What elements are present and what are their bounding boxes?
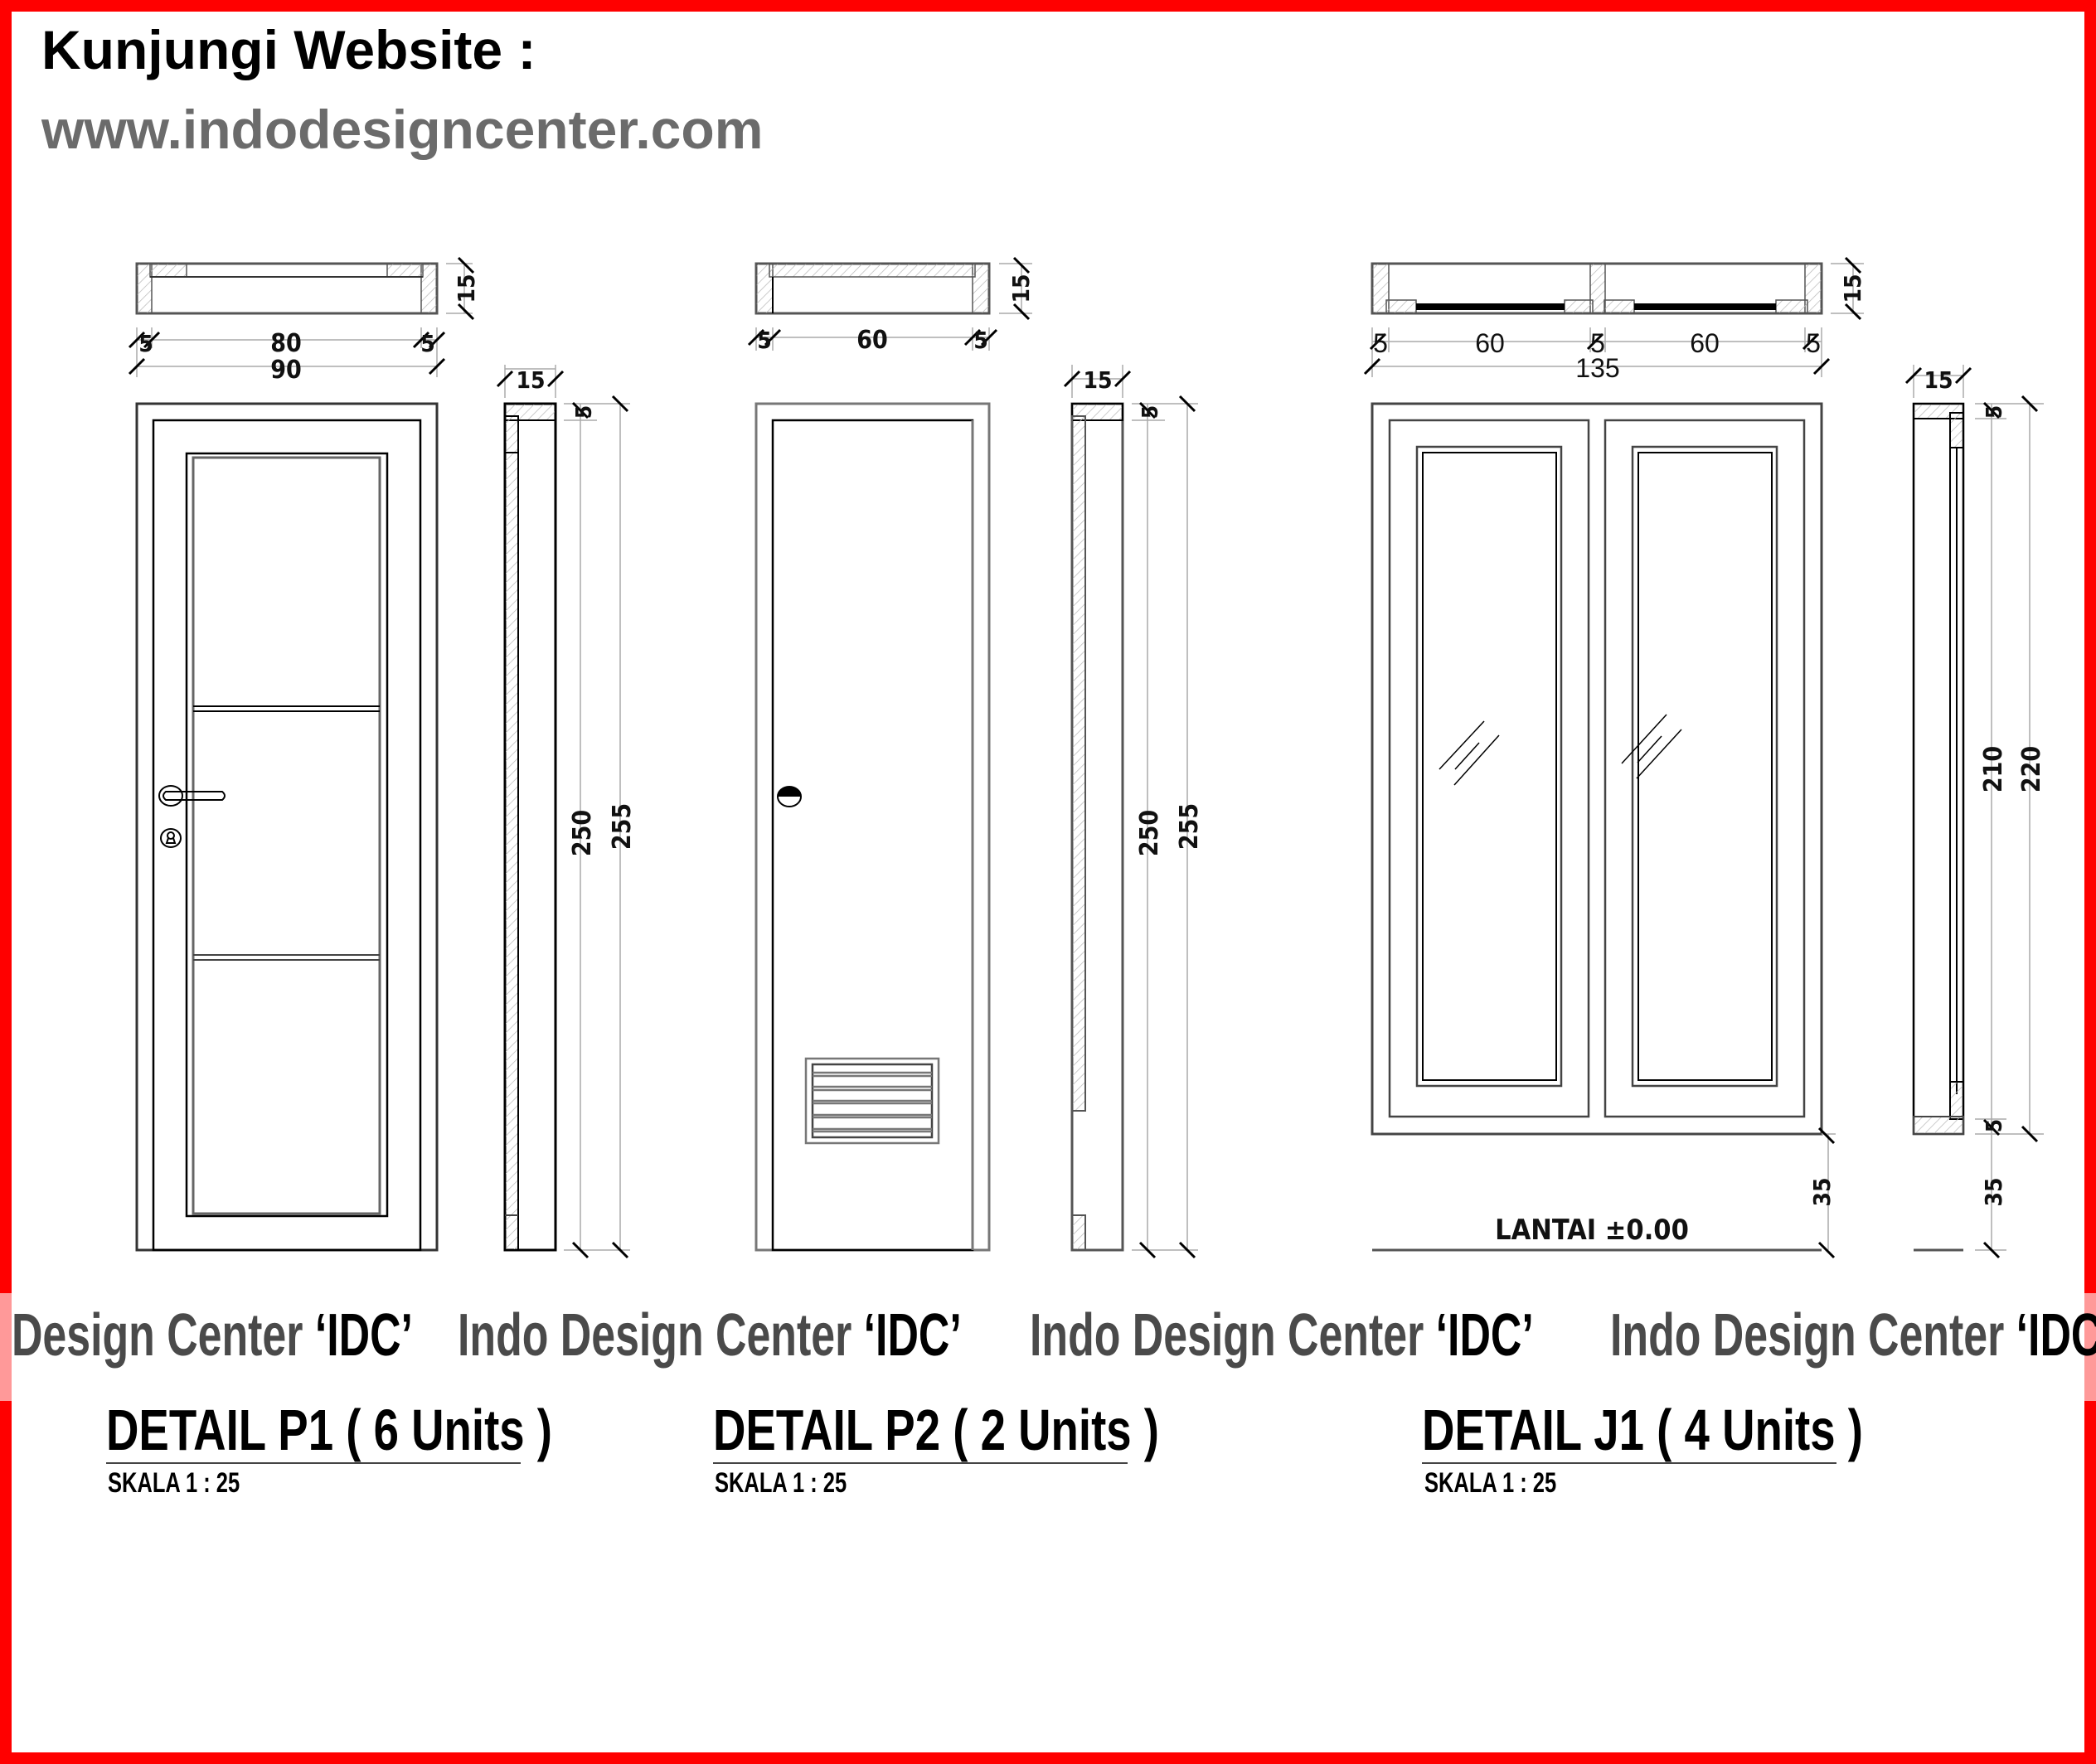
p1-plan-view: [135, 262, 439, 315]
p2-dim-right: 5: [973, 327, 988, 354]
p2-side-top: 5: [1138, 405, 1163, 419]
p2-dim-center: 60: [856, 326, 888, 355]
floor-label: LANTAI ±0.00: [1495, 1214, 1689, 1247]
watermark-text: Indo Design Center ‘IDC’: [1030, 1302, 1534, 1369]
detail-p1-scale: SKALA 1 : 25: [108, 1467, 240, 1499]
j1-sill-height: 35: [1808, 1177, 1836, 1206]
p2-height-total: 255: [1175, 803, 1204, 850]
j1-dim-leaf2: 60: [1690, 328, 1720, 358]
j1-plan-view: [1371, 262, 1823, 315]
p1-side-top: 5: [572, 405, 597, 419]
detail-j1-title: DETAIL J1 ( 4 Units ): [1422, 1398, 1863, 1462]
p1-height-total: 255: [608, 803, 637, 850]
j1-dim-total: 135: [1575, 353, 1619, 383]
p1-dim-left: 5: [138, 330, 153, 357]
j1-height-inner: 210: [1979, 746, 2008, 792]
p1-door-elevation: [135, 402, 439, 1252]
p2-height-inner: 250: [1135, 810, 1164, 856]
keyhole-icon: [160, 828, 182, 848]
detail-p2-scale: SKALA 1 : 25: [715, 1467, 847, 1499]
drawing-canvas: 5 80 5 90 15 15 5 250 255 5 60 5 15 15 5…: [128, 256, 2046, 1259]
j1-dim-depth: 15: [1839, 274, 1866, 303]
vent-louver: [804, 1057, 940, 1145]
watermark-text: Indo Design Center ‘IDC’: [1610, 1302, 2096, 1369]
p1-dim-total: 90: [270, 356, 302, 385]
p1-side-width: 15: [516, 366, 545, 394]
title-underline: [713, 1462, 1128, 1464]
p1-side-view: [503, 402, 557, 1252]
detail-j1-scale: SKALA 1 : 25: [1424, 1467, 1557, 1499]
p1-height-inner: 250: [568, 810, 597, 856]
watermark-text: Design Center ‘IDC’: [12, 1302, 413, 1369]
detail-p2-title: DETAIL P2 ( 2 Units ): [713, 1398, 1159, 1462]
j1-dim-left: 5: [1373, 328, 1388, 358]
detail-p1-title: DETAIL P1 ( 6 Units ): [106, 1398, 552, 1462]
p2-door-elevation: [754, 402, 991, 1252]
j1-dim-leaf1: 60: [1475, 328, 1505, 358]
p1-dim-depth: 15: [453, 274, 480, 303]
p2-plan-view: [754, 262, 991, 315]
p2-dim-depth: 15: [1007, 274, 1035, 303]
p2-dim-left: 5: [757, 327, 772, 354]
title-underline: [1422, 1462, 1836, 1464]
j1-side-width: 15: [1924, 366, 1953, 394]
j1-dim-right: 5: [1806, 328, 1821, 358]
j1-glass-right: [1634, 303, 1776, 310]
j1-side-top: 5: [1982, 405, 2007, 419]
j1-side-sill: 35: [1980, 1177, 2007, 1206]
j1-glass-left: [1416, 303, 1565, 310]
j1-height-total: 220: [2017, 746, 2046, 792]
p1-dim-center: 80: [270, 329, 302, 358]
title-underline: [106, 1462, 521, 1464]
j1-side-bottom: 5: [1982, 1119, 2007, 1132]
p2-side-width: 15: [1083, 366, 1112, 394]
watermark-text: Indo Design Center ‘IDC’: [458, 1302, 962, 1369]
j1-side-view: [1912, 402, 1965, 1252]
p2-side-view: [1070, 402, 1124, 1252]
door-knob-icon: [777, 786, 802, 807]
p1-dim-right: 5: [420, 330, 435, 357]
